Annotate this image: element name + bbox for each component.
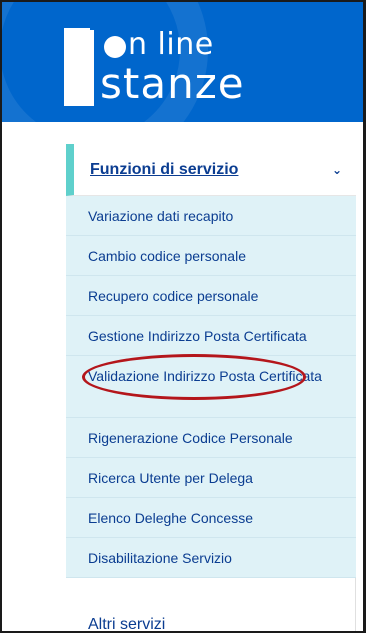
site-header: n line stanze	[2, 2, 363, 122]
logo-mark	[64, 28, 94, 106]
logo-dot	[104, 36, 126, 58]
menu-item-gestione-pec[interactable]: Gestione Indirizzo Posta Certificata	[66, 316, 356, 356]
menu-item-validazione-pec[interactable]: Validazione Indirizzo Posta Certificata	[66, 356, 356, 418]
menu-item-recupero-codice[interactable]: Recupero codice personale	[66, 276, 356, 316]
menu-title[interactable]: Funzioni di servizio	[90, 161, 238, 179]
menu-item-elenco-deleghe[interactable]: Elenco Deleghe Concesse	[66, 498, 356, 538]
other-services-link[interactable]: Altri servizi	[88, 616, 165, 631]
menu-item-disabilitazione[interactable]: Disabilitazione Servizio	[66, 538, 356, 578]
submenu-list: Variazione dati recapito Cambio codice p…	[66, 196, 356, 578]
app-frame: n line stanze Funzioni di servizio ⌄ Var…	[0, 0, 366, 633]
logo-text-bottom: stanze	[100, 59, 245, 108]
logo-text-top: n line	[128, 27, 214, 62]
menu-item-cambio-codice[interactable]: Cambio codice personale	[66, 236, 356, 276]
menu-header-funzioni[interactable]: Funzioni di servizio ⌄	[66, 144, 356, 196]
main-content: Funzioni di servizio ⌄ Variazione dati r…	[2, 122, 363, 631]
menu-item-variazione-dati[interactable]: Variazione dati recapito	[66, 196, 356, 236]
menu-item-ricerca-utente-delega[interactable]: Ricerca Utente per Delega	[66, 458, 356, 498]
service-menu: Funzioni di servizio ⌄ Variazione dati r…	[66, 144, 356, 578]
chevron-down-icon[interactable]: ⌄	[332, 163, 342, 177]
menu-item-rigenerazione-codice[interactable]: Rigenerazione Codice Personale	[66, 418, 356, 458]
